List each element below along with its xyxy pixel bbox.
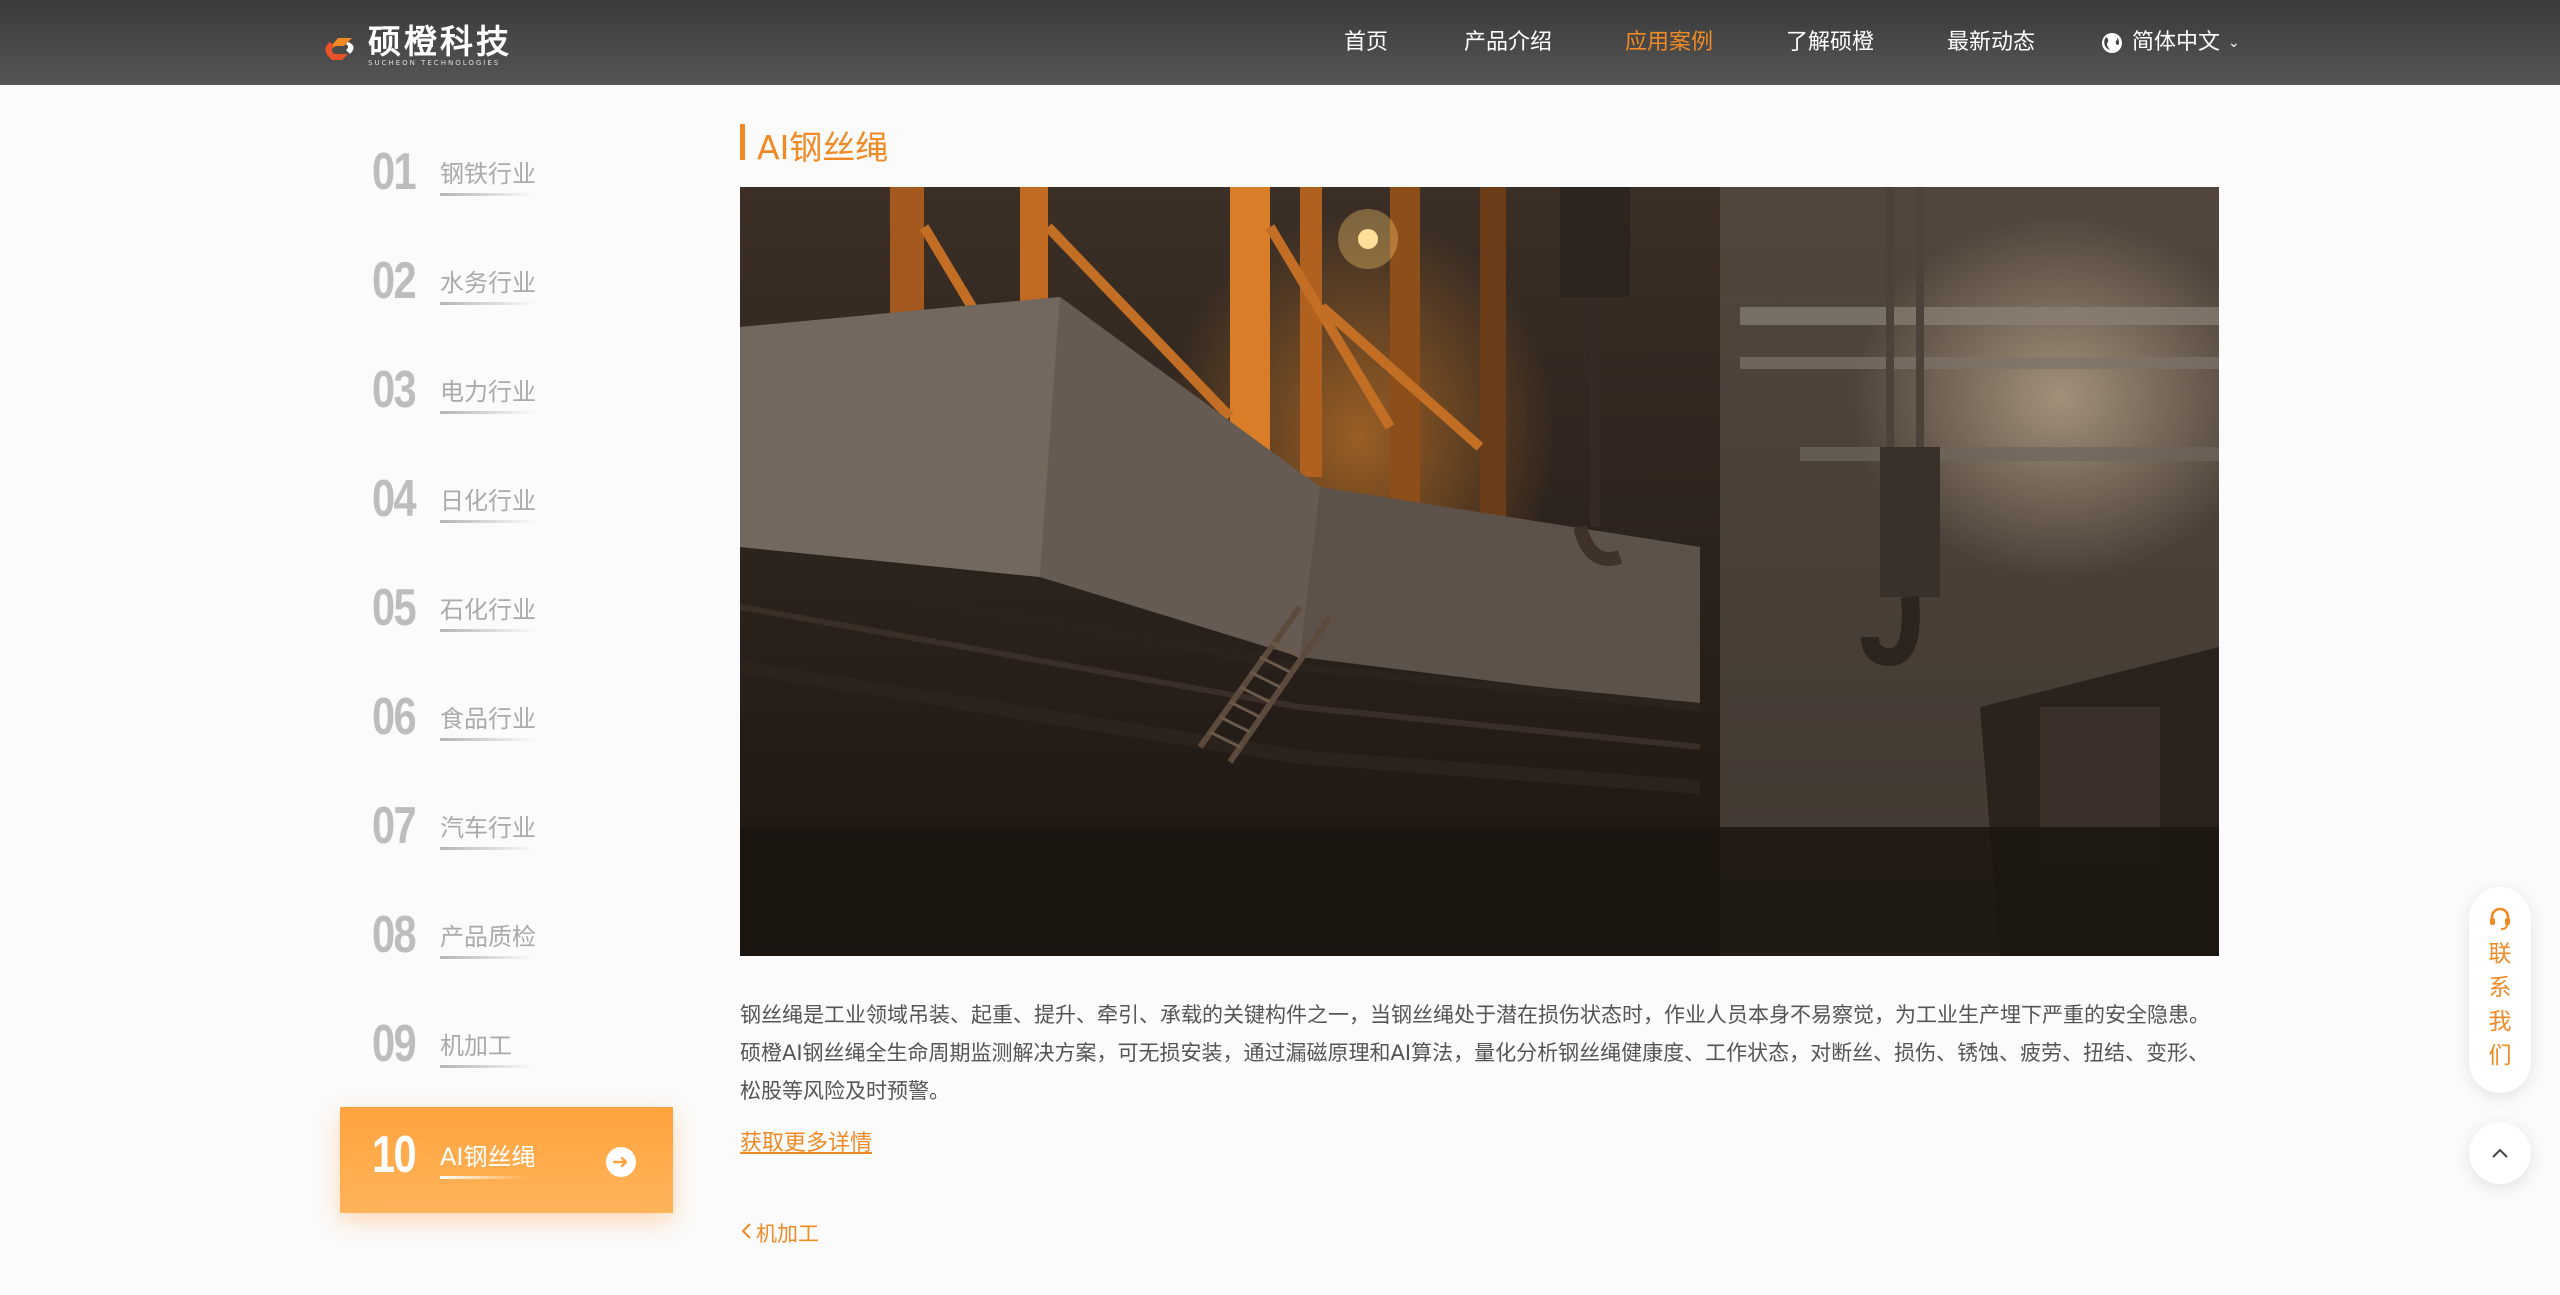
sidebar-item-number: 09 xyxy=(372,1015,417,1073)
sidebar-item-underline xyxy=(440,1176,526,1179)
globe-icon xyxy=(2102,33,2122,53)
nav-item-about[interactable]: 了解硕橙 xyxy=(1786,27,1874,59)
sidebar-item-label: 机加工 xyxy=(440,1032,512,1060)
nav-item-news[interactable]: 最新动态 xyxy=(1947,27,2035,59)
sidebar-item-number: 02 xyxy=(372,252,417,310)
sidebar-item-chemical-daily[interactable]: 04 日化行业 xyxy=(340,451,673,557)
nav-item-home[interactable]: 首页 xyxy=(1344,27,1388,59)
sidebar-item-number: 05 xyxy=(372,579,417,637)
sidebar-item-label: 汽车行业 xyxy=(440,814,536,842)
title-accent-bar xyxy=(740,124,745,160)
sidebar-item-underline xyxy=(440,629,536,632)
sidebar-item-steel[interactable]: 01 钢铁行业 xyxy=(340,124,673,230)
sidebar-item-label: 电力行业 xyxy=(440,378,536,406)
arrow-right-icon xyxy=(606,1147,636,1177)
page-title: AI钢丝绳 xyxy=(757,128,889,167)
language-label: 简体中文 xyxy=(2132,30,2221,55)
sidebar-item-ai-wire-rope[interactable]: 10 AI钢丝绳 xyxy=(340,1107,673,1213)
case-description: 钢丝绳是工业领域吊装、起重、提升、牵引、承载的关键构件之一，当钢丝绳处于潜在损伤… xyxy=(740,1003,2210,1103)
sidebar-item-food[interactable]: 06 食品行业 xyxy=(340,669,673,775)
sidebar-item-underline xyxy=(440,302,536,305)
sidebar-item-underline xyxy=(440,738,536,741)
sidebar-item-water[interactable]: 02 水务行业 xyxy=(340,233,673,339)
sidebar-item-underline xyxy=(440,1065,536,1068)
sidebar-item-number: 10 xyxy=(372,1126,417,1184)
language-switcher[interactable]: 简体中文 ⌄ xyxy=(2100,27,2240,59)
chevron-up-icon xyxy=(2492,1148,2508,1158)
sidebar-item-label: 日化行业 xyxy=(440,487,536,515)
logo-subtitle: SUCHEON TECHNOLOGIES xyxy=(368,58,501,67)
nav-item-products[interactable]: 产品介绍 xyxy=(1464,27,1552,59)
nav-item-cases[interactable]: 应用案例 xyxy=(1625,27,1713,59)
top-header: 硕橙科技 SUCHEON TECHNOLOGIES 首页 产品介绍 应用案例 了… xyxy=(0,0,2560,85)
logo[interactable]: 硕橙科技 SUCHEON TECHNOLOGIES xyxy=(318,24,512,68)
sidebar-item-petrochemical[interactable]: 05 石化行业 xyxy=(340,560,673,666)
prev-case-link[interactable]: 机加工 xyxy=(740,1218,819,1248)
chevron-down-icon: ⌄ xyxy=(2228,35,2240,51)
sidebar-item-number: 06 xyxy=(372,688,417,746)
sidebar-item-power[interactable]: 03 电力行业 xyxy=(340,342,673,448)
sidebar-item-quality-inspection[interactable]: 08 产品质检 xyxy=(340,887,673,993)
contact-us-button[interactable]: 联系我们 xyxy=(2469,887,2531,1093)
sidebar-item-label: AI钢丝绳 xyxy=(440,1143,536,1171)
sidebar-item-underline xyxy=(440,847,536,850)
sidebar-item-label: 产品质检 xyxy=(440,923,536,951)
sidebar-item-machining[interactable]: 09 机加工 xyxy=(340,996,673,1102)
prev-case-label: 机加工 xyxy=(756,1222,819,1246)
sidebar-item-automotive[interactable]: 07 汽车行业 xyxy=(340,778,673,884)
sidebar-item-label: 钢铁行业 xyxy=(440,160,536,188)
sidebar-item-underline xyxy=(440,411,536,414)
sidebar-item-number: 08 xyxy=(372,906,417,964)
sidebar-item-number: 04 xyxy=(372,470,417,528)
hero-illustration xyxy=(740,187,2219,956)
sidebar-item-underline xyxy=(440,520,536,523)
sidebar-item-underline xyxy=(440,193,536,196)
back-to-top-button[interactable] xyxy=(2469,1122,2531,1184)
headset-icon xyxy=(2490,907,2510,930)
hero-image-steel-mill xyxy=(740,187,2219,956)
sidebar-item-underline xyxy=(440,956,536,959)
sidebar-item-number: 07 xyxy=(372,797,417,855)
sidebar-item-label: 水务行业 xyxy=(440,269,536,297)
sidebar-item-number: 03 xyxy=(372,361,417,419)
contact-us-label: 联系我们 xyxy=(2488,941,2512,1069)
chevron-left-icon xyxy=(740,1221,752,1245)
sidebar-item-label: 石化行业 xyxy=(440,596,536,624)
sidebar-item-number: 01 xyxy=(372,143,417,201)
logo-text: 硕橙科技 xyxy=(368,21,512,61)
sidebar-item-label: 食品行业 xyxy=(440,705,536,733)
logo-mark-icon xyxy=(325,38,354,60)
more-details-link[interactable]: 获取更多详情 xyxy=(740,1125,872,1157)
